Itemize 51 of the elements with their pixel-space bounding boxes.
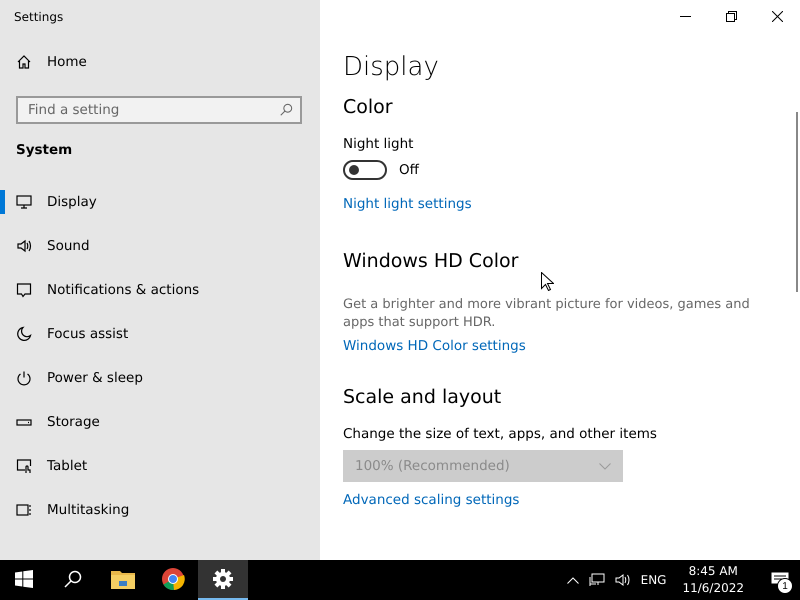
scrollbar[interactable] — [796, 112, 798, 292]
power-icon — [16, 370, 32, 386]
search-icon — [279, 103, 293, 117]
speaker-icon[interactable] — [614, 573, 631, 587]
tablet-icon — [16, 458, 32, 474]
network-icon[interactable] — [588, 573, 605, 587]
settings-link[interactable]: Windows HD Color settings — [343, 338, 526, 354]
chevron-up-icon[interactable] — [566, 576, 579, 584]
description-text: Get a brighter and more vibrant picture for videos, games and apps that support HDR. — [343, 296, 751, 332]
night-light-toggle[interactable] — [343, 160, 387, 180]
setting-label: Change the size of text, apps, and other items — [343, 426, 658, 442]
settings-link[interactable]: Night light settings — [343, 196, 472, 212]
close-icon — [772, 10, 782, 22]
sidebar-item[interactable]: Focus assist — [0, 312, 320, 356]
sidebar-item[interactable]: Notifications & actions — [0, 268, 320, 312]
sidebar-item[interactable]: Storage — [0, 400, 320, 444]
section-heading: Color — [343, 96, 394, 118]
clock[interactable]: 8:45 AM 11/6/2022 — [676, 563, 750, 597]
action-center-button[interactable]: 1 — [760, 560, 800, 600]
window-title: Settings — [13, 9, 64, 26]
section-heading: Windows HD Color — [343, 250, 520, 272]
sidebar-item[interactable]: Tablet — [0, 444, 320, 488]
home-icon — [16, 54, 32, 70]
sidebar-item[interactable]: Sound — [0, 224, 320, 268]
speech-bubble-icon — [16, 282, 32, 298]
section-heading: System — [15, 141, 74, 160]
toggle-state-text: Off — [399, 162, 419, 178]
browser-icon — [161, 567, 185, 591]
gear-icon — [213, 569, 233, 589]
home-nav-item[interactable]: Home — [0, 40, 320, 84]
mouse-cursor-icon — [541, 272, 554, 291]
page-title: Display — [343, 52, 440, 82]
multitasking-icon — [16, 502, 32, 518]
chevron-down-icon — [599, 462, 611, 470]
monitor-icon — [16, 194, 32, 210]
settings-link[interactable]: Advanced scaling settings — [343, 492, 520, 508]
section-heading: Scale and layout — [343, 386, 502, 408]
moon-icon — [16, 326, 32, 342]
windows-logo-icon — [15, 570, 33, 588]
notification-count: 1 — [777, 578, 793, 594]
speaker-icon — [16, 238, 32, 254]
sidebar-item[interactable]: Multitasking — [0, 488, 320, 532]
sidebar-item[interactable]: Power & sleep — [0, 356, 320, 400]
selection-indicator — [0, 190, 5, 214]
setting-label: Night light — [343, 136, 414, 152]
folder-icon — [111, 569, 135, 589]
search-field[interactable]: Find a setting — [16, 96, 302, 124]
restore-icon — [726, 10, 736, 22]
taskbar-app-button[interactable] — [198, 560, 248, 600]
search-icon — [64, 570, 82, 588]
language-indicator[interactable]: ENG — [640, 573, 666, 587]
